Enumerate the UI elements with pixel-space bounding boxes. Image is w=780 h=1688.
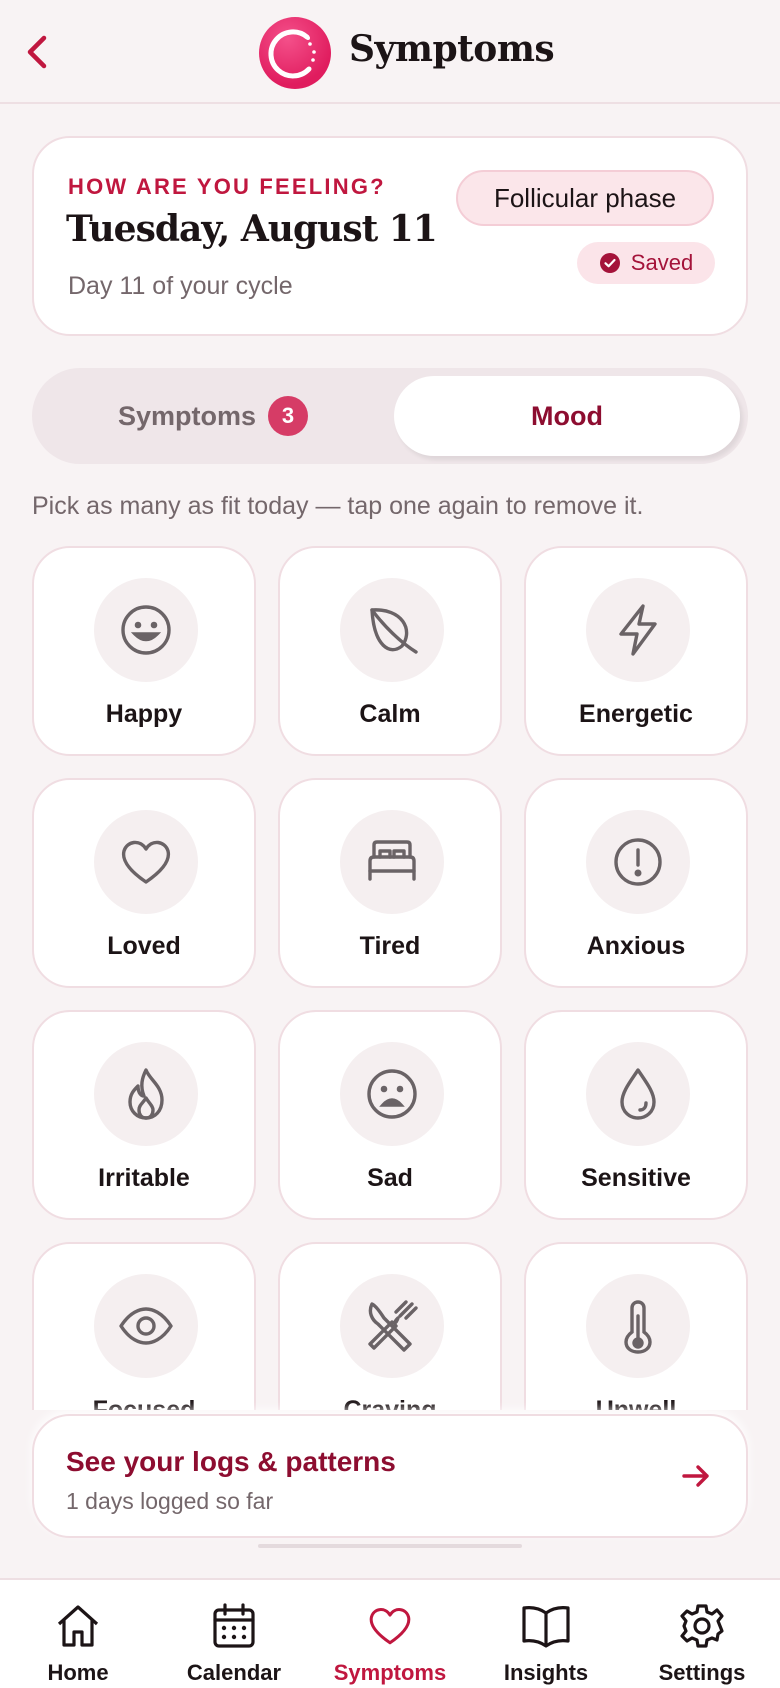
mood-label: Loved xyxy=(107,932,181,960)
mood-label: Craving xyxy=(343,1396,437,1410)
symptoms-mood-toggle: Symptoms 3 Mood xyxy=(32,368,748,464)
mood-tile-anxious[interactable]: Anxious xyxy=(524,778,748,988)
tab-home[interactable]: Home xyxy=(0,1580,156,1688)
chevron-left-icon xyxy=(27,35,47,69)
droplet-icon xyxy=(620,1068,656,1120)
logs-card-subtitle: 1 days logged so far xyxy=(66,1488,274,1514)
mood-label: Tired xyxy=(359,932,421,960)
lightning-icon xyxy=(619,604,657,656)
top-bar: Symptoms xyxy=(0,0,780,104)
saved-status-badge: Saved xyxy=(577,242,715,284)
mood-label: Calm xyxy=(359,700,421,728)
tab-settings[interactable]: Settings xyxy=(624,1580,780,1688)
heart-icon xyxy=(121,840,171,884)
mood-label: Unwell xyxy=(595,1396,677,1410)
eye-icon xyxy=(119,1307,173,1345)
mood-label: Sad xyxy=(367,1164,413,1192)
cycle-day-text: Day 11 of your cycle xyxy=(68,272,293,300)
sad-face-icon xyxy=(367,1069,417,1119)
mood-tile-unwell[interactable]: Unwell xyxy=(524,1242,748,1410)
mood-icon-badge xyxy=(340,810,444,914)
bed-icon xyxy=(368,840,416,881)
feeling-eyebrow: HOW ARE YOU FEELING? xyxy=(68,174,386,199)
selection-hint: Pick as many as fit today — tap one agai… xyxy=(32,492,644,520)
mood-icon-badge xyxy=(94,1042,198,1146)
gear-icon xyxy=(680,1604,724,1648)
leaf-icon xyxy=(370,608,418,654)
mood-icon-badge xyxy=(586,1042,690,1146)
scroll-handle xyxy=(258,1544,522,1548)
mood-icon-badge xyxy=(340,1274,444,1378)
tab-insights[interactable]: Insights xyxy=(468,1580,624,1688)
mood-grid: Happy Calm Energetic Loved Tired Anxious… xyxy=(0,540,780,1410)
thermometer-icon xyxy=(624,1300,652,1354)
mood-tile-happy[interactable]: Happy xyxy=(32,546,256,756)
tab-label: Home xyxy=(47,1660,109,1685)
mood-label: Focused xyxy=(92,1396,196,1410)
mood-tile-calm[interactable]: Calm xyxy=(278,546,502,756)
saved-status-text: Saved xyxy=(630,250,694,275)
tab-symptoms-segment[interactable]: Symptoms 3 xyxy=(32,368,394,464)
mood-label: Anxious xyxy=(586,932,686,960)
heart-icon xyxy=(369,1608,411,1645)
logs-patterns-card[interactable]: See your logs & patterns 1 days logged s… xyxy=(32,1414,748,1538)
mood-icon-badge xyxy=(586,810,690,914)
back-button[interactable] xyxy=(8,22,68,82)
mood-tile-irritable[interactable]: Irritable xyxy=(32,1010,256,1220)
alert-circle-icon xyxy=(614,838,662,886)
date-title: Tuesday, August 11 xyxy=(66,208,438,250)
tab-symptoms[interactable]: Symptoms xyxy=(312,1580,468,1688)
mood-tile-focused[interactable]: Focused xyxy=(32,1242,256,1410)
mood-label: Sensitive xyxy=(581,1164,691,1192)
arrow-right-icon xyxy=(682,1465,709,1487)
bottom-tab-bar: Home Calendar Symptoms Insights Settings xyxy=(0,1578,780,1688)
flame-icon xyxy=(128,1068,164,1120)
segment-symptoms-label: Symptoms xyxy=(117,400,257,431)
book-icon xyxy=(522,1606,570,1648)
tab-label: Insights xyxy=(503,1660,589,1685)
phase-badge: Follicular phase xyxy=(456,170,714,226)
page-title: Symptoms xyxy=(349,28,555,70)
mood-label: Happy xyxy=(105,700,183,728)
mood-icon-badge xyxy=(586,578,690,682)
utensils-icon xyxy=(368,1300,418,1352)
tab-mood-segment[interactable]: Mood xyxy=(394,376,740,456)
mood-icon-badge xyxy=(94,578,198,682)
mood-icon-badge xyxy=(340,578,444,682)
tab-label: Symptoms xyxy=(333,1660,447,1685)
mood-tile-tired[interactable]: Tired xyxy=(278,778,502,988)
mood-label: Energetic xyxy=(579,700,693,728)
mood-label: Irritable xyxy=(98,1164,190,1192)
mood-icon-badge xyxy=(94,1274,198,1378)
home-icon xyxy=(57,1605,99,1647)
check-circle-icon xyxy=(599,253,620,273)
mood-tile-craving[interactable]: Craving xyxy=(278,1242,502,1410)
mood-tile-energetic[interactable]: Energetic xyxy=(524,546,748,756)
logo-icon xyxy=(268,29,316,79)
mood-icon-badge xyxy=(586,1274,690,1378)
mood-icon-badge xyxy=(94,810,198,914)
day-summary-card: HOW ARE YOU FEELING? Tuesday, August 11 … xyxy=(32,136,748,336)
tab-calendar[interactable]: Calendar xyxy=(156,1580,312,1688)
symptoms-count-badge: 3 xyxy=(268,396,309,436)
mood-tile-sensitive[interactable]: Sensitive xyxy=(524,1010,748,1220)
calendar-icon xyxy=(213,1603,255,1648)
tab-label: Calendar xyxy=(186,1660,282,1685)
smile-icon xyxy=(121,605,171,655)
app-logo xyxy=(259,17,331,89)
mood-icon-badge xyxy=(340,1042,444,1146)
mood-tile-sad[interactable]: Sad xyxy=(278,1010,502,1220)
logs-card-title: See your logs & patterns xyxy=(66,1446,396,1477)
tab-label: Settings xyxy=(658,1660,746,1685)
mood-tile-loved[interactable]: Loved xyxy=(32,778,256,988)
